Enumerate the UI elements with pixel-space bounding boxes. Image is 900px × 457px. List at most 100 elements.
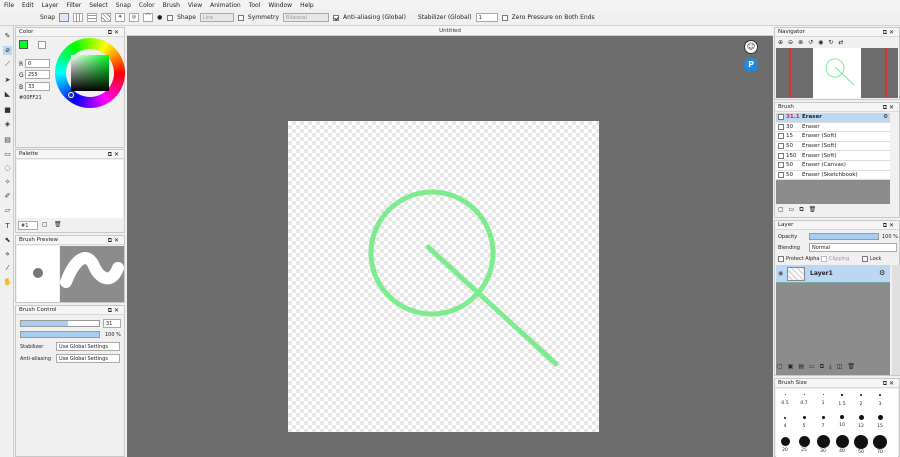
size-cell[interactable]: 2: [852, 394, 870, 407]
menu-animation[interactable]: Animation: [210, 2, 241, 9]
size-cell[interactable]: 12: [852, 415, 870, 429]
brush-opacity-slider[interactable]: [20, 331, 100, 338]
document-tab[interactable]: Untitled: [127, 26, 773, 36]
brush-size-slider[interactable]: [20, 320, 100, 327]
select-pen-icon[interactable]: ✐: [3, 192, 12, 201]
brush-item[interactable]: 50 Eraser (Canvas): [776, 160, 890, 171]
delete-brush-icon[interactable]: 🗑: [809, 206, 822, 213]
brush-settings-icon[interactable]: ⚙: [883, 114, 888, 120]
select-eraser-icon[interactable]: ▱: [3, 206, 12, 215]
brush-item[interactable]: 50 Eraser (Soft): [776, 141, 890, 152]
size-cell[interactable]: 0.5: [776, 394, 794, 406]
menu-tool[interactable]: Tool: [249, 2, 261, 9]
line-tool-icon[interactable]: ⟋: [3, 60, 12, 69]
snap-radial-icon[interactable]: ◎: [129, 13, 140, 22]
brush-item[interactable]: 150 Eraser (Soft): [776, 151, 890, 161]
menu-edit[interactable]: Edit: [22, 2, 34, 9]
delete-layer-icon[interactable]: 🗑: [847, 363, 860, 370]
palette-swatch-area[interactable]: [17, 160, 123, 218]
size-cell[interactable]: 40: [833, 435, 851, 454]
layer-scrollbar[interactable]: [892, 265, 900, 375]
panel-float-close-icon[interactable]: ⧉✕: [883, 28, 896, 37]
g-field[interactable]: 255: [25, 70, 50, 79]
add-palette-icon[interactable]: ▢: [42, 221, 48, 228]
menu-layer[interactable]: Layer: [42, 2, 59, 9]
lock-checkbox[interactable]: [862, 256, 868, 262]
snap-diagonal-icon[interactable]: [101, 13, 112, 22]
copy-brush-icon[interactable]: ⧉: [799, 206, 808, 213]
new-brush-icon[interactable]: ▢: [778, 206, 789, 213]
pen-tool-icon[interactable]: ✎: [3, 32, 12, 41]
snap-label[interactable]: Snap: [40, 14, 55, 21]
antialias-checkbox[interactable]: [333, 14, 340, 21]
rotate-reset-icon[interactable]: ◉: [818, 39, 828, 46]
new-folder-icon[interactable]: ▭: [809, 363, 820, 370]
pixiv-icon[interactable]: P: [744, 58, 758, 72]
panel-float-close-icon[interactable]: ⧉✕: [108, 150, 121, 159]
clear-layer-icon[interactable]: ◫: [837, 363, 848, 370]
snap-curve-icon[interactable]: ⌒: [143, 13, 154, 22]
shape-select[interactable]: Line: [199, 13, 234, 22]
panel-float-close-icon[interactable]: ⧉✕: [883, 379, 896, 388]
menu-window[interactable]: Window: [268, 2, 292, 9]
gradient-tool-icon[interactable]: ▤: [3, 136, 12, 145]
antialias-select[interactable]: Use Global Settings: [56, 354, 120, 363]
layer-settings-icon[interactable]: ⚙: [879, 269, 885, 277]
menu-brush[interactable]: Brush: [163, 2, 180, 9]
menu-filter[interactable]: Filter: [66, 2, 81, 9]
brush-item[interactable]: 15 Eraser (Soft): [776, 132, 890, 142]
new-layer-icon[interactable]: ▢: [777, 363, 788, 370]
new-folder-icon[interactable]: ▭: [789, 206, 800, 213]
snap-point-icon[interactable]: ●: [157, 13, 163, 22]
stabilizer-select[interactable]: 1: [475, 13, 498, 22]
stabilizer-select[interactable]: Use Global Settings: [56, 342, 120, 351]
delete-palette-icon[interactable]: 🗑: [54, 221, 62, 228]
panel-float-close-icon[interactable]: ⧉✕: [883, 221, 896, 230]
snap-vanish-icon[interactable]: ✳: [115, 13, 126, 22]
brush-item[interactable]: 30 Eraser: [776, 122, 890, 133]
transform-tool-icon[interactable]: ◣: [3, 90, 12, 99]
symmetry-checkbox[interactable]: [237, 14, 244, 21]
panel-float-close-icon[interactable]: ⧉✕: [108, 306, 121, 315]
divide-tool-icon[interactable]: ⋄: [3, 250, 12, 259]
size-cell[interactable]: 15: [871, 415, 889, 429]
shape-checkbox[interactable]: [167, 14, 174, 21]
blending-select[interactable]: Normal: [809, 243, 897, 252]
size-cell[interactable]: 50: [852, 435, 870, 455]
brush-item[interactable]: 50 Eraser (Sketchbook): [776, 170, 890, 181]
text-tool-icon[interactable]: T: [3, 222, 12, 231]
operation-tool-icon[interactable]: ⬉: [3, 236, 12, 245]
new-layer-1bit-icon[interactable]: ▤: [798, 363, 809, 370]
zoom-fit-icon[interactable]: ⊗: [798, 39, 808, 46]
size-cell[interactable]: 7: [814, 416, 832, 429]
menu-color[interactable]: Color: [139, 2, 155, 9]
size-cell[interactable]: 20: [776, 437, 794, 453]
select-rect-icon[interactable]: ▭: [3, 150, 12, 159]
r-field[interactable]: 0: [25, 59, 50, 68]
menu-snap[interactable]: Snap: [116, 2, 131, 9]
hand-tool-icon[interactable]: ✋: [3, 278, 12, 287]
symmetry-select[interactable]: Bilateral: [283, 13, 330, 22]
foreground-color-swatch[interactable]: [19, 40, 28, 49]
menu-select[interactable]: Select: [89, 2, 108, 9]
size-cell[interactable]: 30: [814, 435, 832, 454]
zoom-out-icon[interactable]: ⊖: [788, 39, 798, 46]
menu-view[interactable]: View: [188, 2, 202, 9]
rotate-left-icon[interactable]: ↺: [808, 39, 818, 46]
navigator-thumbnail[interactable]: [776, 48, 898, 98]
snap-lines-icon[interactable]: [87, 13, 98, 22]
zero-pressure-checkbox[interactable]: [501, 14, 508, 21]
panel-float-close-icon[interactable]: ⧉✕: [108, 236, 121, 245]
protect-alpha-checkbox[interactable]: [778, 256, 784, 262]
size-cell[interactable]: 5: [795, 416, 813, 429]
bucket-tool-icon[interactable]: ◈: [3, 120, 12, 129]
merge-down-icon[interactable]: ⤓: [829, 363, 837, 370]
flip-icon[interactable]: ⇄: [838, 39, 848, 46]
size-cell[interactable]: 1.5: [833, 394, 851, 407]
snap-grid-icon[interactable]: [73, 13, 84, 22]
clipping-checkbox[interactable]: [821, 256, 827, 262]
document-canvas[interactable]: [288, 121, 599, 432]
snap-off-icon[interactable]: [59, 13, 70, 22]
b-field[interactable]: 33: [25, 82, 50, 91]
menu-file[interactable]: File: [4, 2, 14, 9]
